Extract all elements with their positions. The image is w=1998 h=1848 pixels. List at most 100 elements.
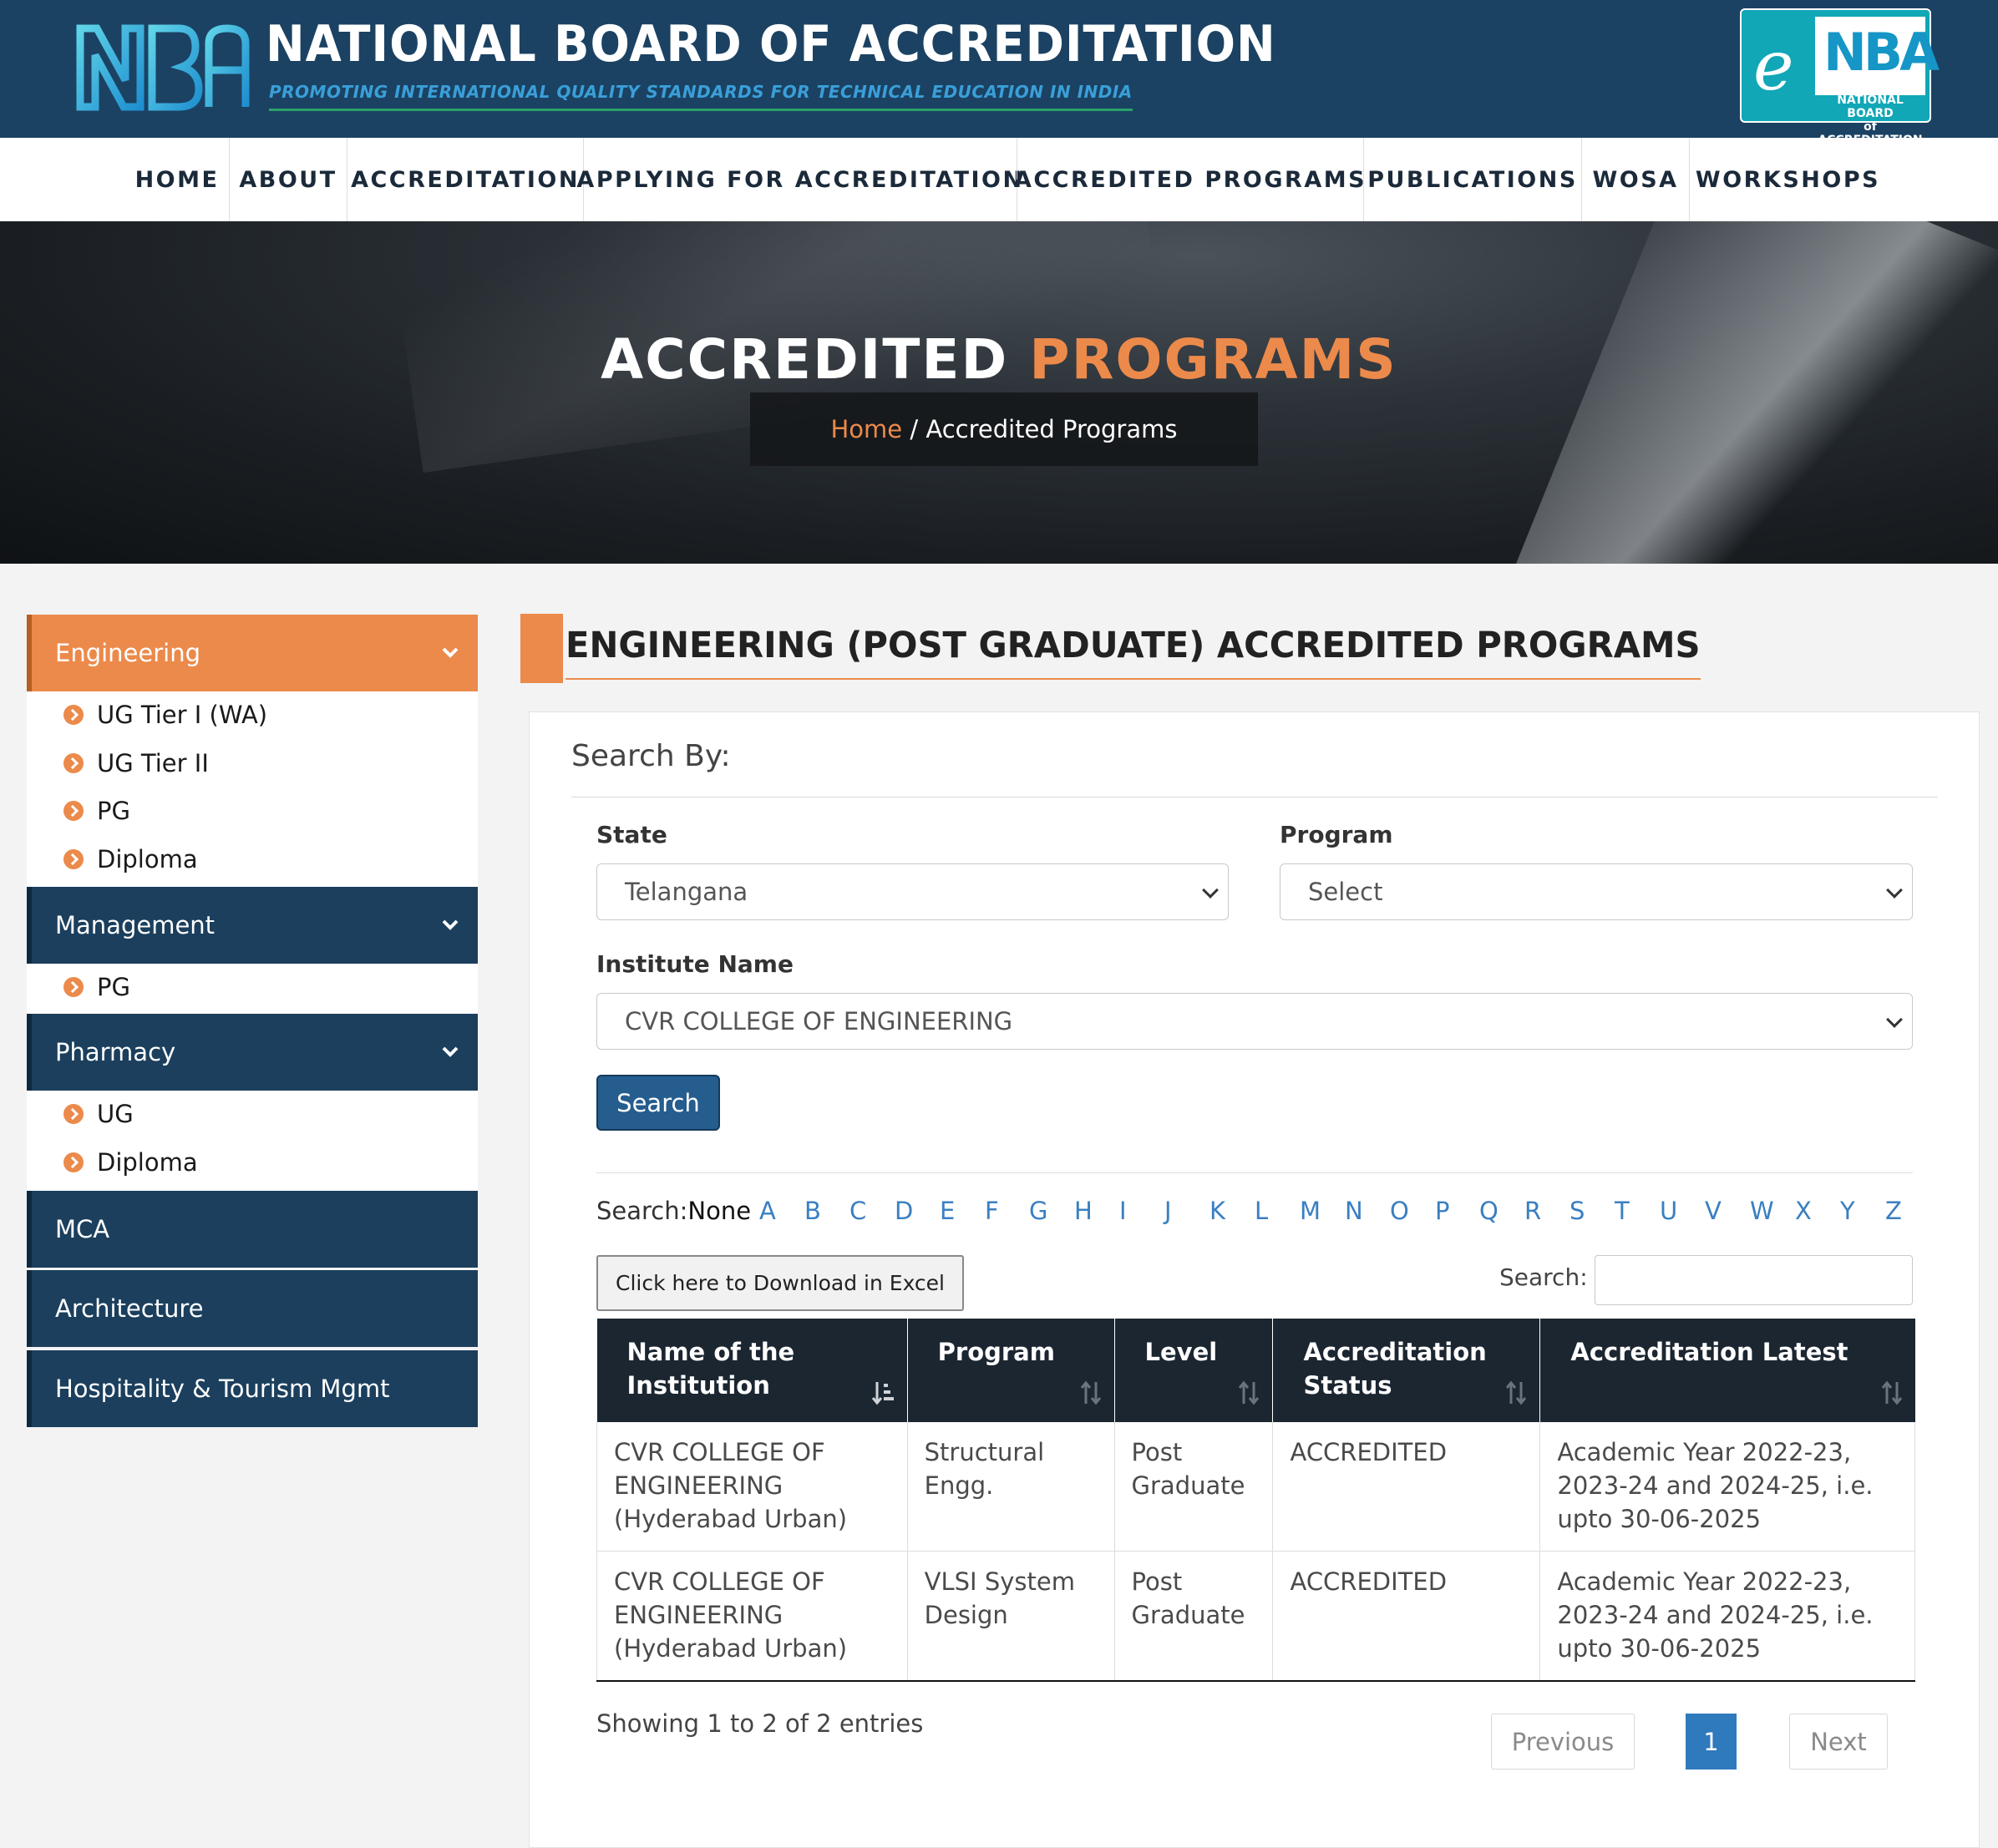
sidebar-category-mca[interactable]: MCA	[27, 1191, 478, 1268]
cell-institution: CVR COLLEGE OF ENGINEERING (Hyderabad Ur…	[596, 1551, 908, 1682]
column-header-level[interactable]: Level	[1114, 1319, 1274, 1422]
table-row: CVR COLLEGE OF ENGINEERING (Hyderabad Ur…	[596, 1422, 1915, 1552]
banner-title: ACCREDITED PROGRAMS	[0, 327, 1998, 392]
pagination-page-1[interactable]: 1	[1686, 1714, 1737, 1770]
alpha-filter-letter-e[interactable]: E	[940, 1197, 955, 1225]
nav-wosa[interactable]: WOSA	[1582, 138, 1689, 221]
nav-accreditation[interactable]: ACCREDITATION	[347, 138, 583, 221]
sidebar-item-ug-tier-1[interactable]: UG Tier I (WA)	[63, 701, 267, 729]
alpha-filter-letter-i[interactable]: I	[1119, 1197, 1127, 1225]
alpha-filter-letter-u[interactable]: U	[1660, 1197, 1677, 1225]
alpha-filter-letter-m[interactable]: M	[1300, 1197, 1321, 1225]
alpha-filter-letter-l[interactable]: L	[1255, 1197, 1268, 1225]
arrow-circle-icon	[63, 801, 84, 821]
alpha-filter-letter-y[interactable]: Y	[1840, 1197, 1855, 1225]
banner-highlight	[1473, 221, 1998, 564]
alpha-filter-letter-d[interactable]: D	[895, 1197, 913, 1225]
program-select[interactable]: Select	[1280, 863, 1913, 920]
cell-status: ACCREDITED	[1272, 1551, 1541, 1682]
arrow-circle-icon	[63, 849, 84, 869]
arrow-circle-icon	[63, 705, 84, 725]
enba-prefix: e	[1753, 27, 1794, 106]
sidebar-item-ug-tier-2[interactable]: UG Tier II	[63, 749, 209, 777]
alpha-filter-letter-q[interactable]: Q	[1479, 1197, 1498, 1225]
enba-logo[interactable]: e NBA NATIONAL BOARD of ACCREDITATION	[1740, 8, 1940, 147]
alpha-filter-letter-c[interactable]: C	[849, 1197, 866, 1225]
alpha-filter-letter-t[interactable]: T	[1615, 1197, 1630, 1225]
nav-accredited-programs[interactable]: ACCREDITED PROGRAMS	[1014, 138, 1365, 221]
search-button[interactable]: Search	[596, 1075, 720, 1131]
cell-level: Post Graduate	[1114, 1551, 1274, 1682]
cell-institution: CVR COLLEGE OF ENGINEERING (Hyderabad Ur…	[596, 1422, 908, 1552]
pagination-previous[interactable]: Previous	[1491, 1714, 1635, 1770]
sidebar-category-label: Pharmacy	[55, 1038, 176, 1066]
alpha-filter-letter-g[interactable]: G	[1029, 1197, 1047, 1225]
alpha-filter-label: Search:None	[596, 1197, 751, 1225]
sort-ascending-icon	[871, 1382, 894, 1405]
sidebar-item-pharmacy-ug[interactable]: UG	[63, 1100, 134, 1128]
chevron-down-icon	[1202, 882, 1219, 899]
nba-logo-icon[interactable]	[75, 18, 251, 112]
alpha-filter-letter-b[interactable]: B	[804, 1197, 821, 1225]
page-banner: ACCREDITED PROGRAMS Home / Accredited Pr…	[0, 221, 1998, 564]
sidebar-item-diploma[interactable]: Diploma	[63, 845, 198, 873]
pagination-next[interactable]: Next	[1789, 1714, 1888, 1770]
alpha-filter-none[interactable]: None	[687, 1197, 751, 1225]
program-select-value: Select	[1308, 878, 1383, 906]
alpha-filter-letter-h[interactable]: H	[1074, 1197, 1093, 1225]
nav-home[interactable]: HOME	[125, 138, 229, 221]
column-header-program[interactable]: Program	[907, 1319, 1115, 1422]
institute-select[interactable]: CVR COLLEGE OF ENGINEERING	[596, 993, 1913, 1050]
nav-about[interactable]: ABOUT	[230, 138, 347, 221]
sidebar-category-management[interactable]: Management	[27, 887, 478, 964]
sort-icon	[1881, 1380, 1902, 1405]
alpha-filter-letter-f[interactable]: F	[985, 1197, 999, 1225]
alpha-filter-letter-o[interactable]: O	[1390, 1197, 1409, 1225]
state-select[interactable]: Telangana	[596, 863, 1229, 920]
nav-publications[interactable]: PUBLICATIONS	[1364, 138, 1581, 221]
table-search-label: Search:	[1499, 1263, 1588, 1291]
chevron-down-icon	[442, 647, 459, 658]
cell-program: VLSI System Design	[907, 1551, 1115, 1682]
alpha-filter-letter-w[interactable]: W	[1750, 1197, 1774, 1225]
sidebar-category-label: Hospitality & Tourism Mgmt	[55, 1375, 390, 1403]
sidebar-category-engineering[interactable]: Engineering	[27, 615, 478, 691]
column-header-latest[interactable]: Accreditation Latest	[1539, 1319, 1915, 1422]
sidebar-item-label: UG Tier I (WA)	[97, 701, 268, 729]
arrow-circle-icon	[63, 1104, 84, 1124]
alpha-filter-letter-s[interactable]: S	[1569, 1197, 1585, 1225]
alpha-filter-letter-z[interactable]: Z	[1885, 1197, 1902, 1225]
program-label: Program	[1280, 821, 1393, 848]
download-excel-button[interactable]: Click here to Download in Excel	[596, 1255, 964, 1311]
enba-mark: NBA	[1823, 22, 1940, 83]
alpha-filter-letter-r[interactable]: R	[1524, 1197, 1541, 1225]
sidebar-item-pg[interactable]: PG	[63, 797, 130, 825]
breadcrumb-current: Accredited Programs	[925, 415, 1178, 443]
institute-select-value: CVR COLLEGE OF ENGINEERING	[625, 1007, 1013, 1035]
nav-workshops[interactable]: WORKSHOPS	[1690, 138, 1886, 221]
alpha-filter-letter-p[interactable]: P	[1435, 1197, 1450, 1225]
sidebar-category-pharmacy[interactable]: Pharmacy	[27, 1014, 478, 1091]
alpha-filter-letter-k[interactable]: K	[1209, 1197, 1225, 1225]
alpha-filter-letter-v[interactable]: V	[1705, 1197, 1722, 1225]
breadcrumb-separator: /	[902, 415, 926, 443]
breadcrumb-home-link[interactable]: Home	[831, 415, 903, 443]
divider	[596, 1172, 1913, 1173]
column-header-institution[interactable]: Name of the Institution	[596, 1319, 908, 1422]
sidebar-item-pharmacy-diploma[interactable]: Diploma	[63, 1148, 198, 1177]
sidebar-category-architecture[interactable]: Architecture	[27, 1270, 478, 1347]
institute-label: Institute Name	[596, 950, 794, 978]
alpha-filter-letter-n[interactable]: N	[1345, 1197, 1363, 1225]
sidebar-item-label: PG	[97, 973, 130, 1001]
site-title: NATIONAL BOARD OF ACCREDITATION	[266, 15, 1276, 73]
alpha-filter-letter-x[interactable]: X	[1795, 1197, 1812, 1225]
nav-applying-for-accreditation[interactable]: APPLYING FOR ACCREDITATION	[576, 138, 1022, 221]
alpha-filter-letter-a[interactable]: A	[759, 1197, 776, 1225]
alpha-filter-letter-j[interactable]: J	[1164, 1197, 1172, 1225]
column-header-status[interactable]: Accreditation Status	[1272, 1319, 1541, 1422]
sidebar-category-hospitality[interactable]: Hospitality & Tourism Mgmt	[27, 1350, 478, 1427]
sidebar-item-label: Diploma	[97, 845, 198, 873]
table-search-input[interactable]	[1595, 1255, 1913, 1305]
state-label: State	[596, 821, 667, 848]
sidebar-item-management-pg[interactable]: PG	[63, 973, 130, 1001]
